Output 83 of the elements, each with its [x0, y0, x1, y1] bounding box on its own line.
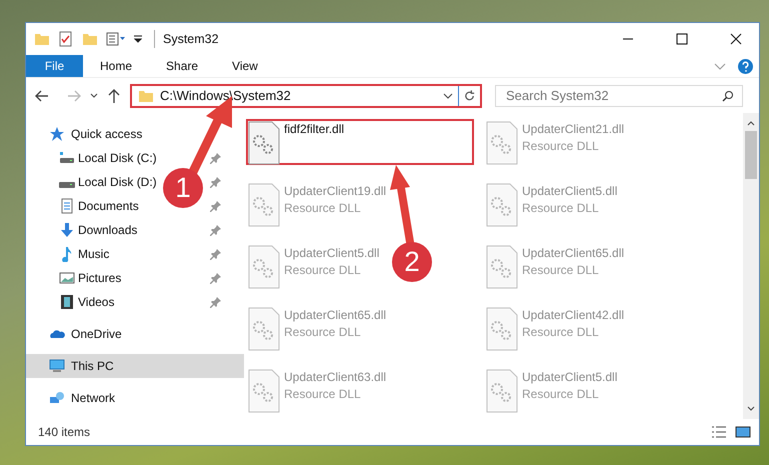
document-icon	[59, 198, 75, 214]
file-name: UpdaterClient42.dll	[522, 307, 624, 324]
gear-file-icon	[248, 369, 280, 413]
file-name: UpdaterClient65.dll	[284, 307, 386, 324]
selected-file-tile[interactable]: fidf2filter.dll	[246, 119, 474, 165]
file-type: Resource DLL	[284, 200, 362, 217]
gear-file-icon	[248, 307, 280, 351]
file-type: Resource DLL	[522, 386, 600, 403]
scrollbar[interactable]	[743, 113, 759, 419]
nav-item[interactable]: Pictures	[59, 266, 122, 290]
nav-item[interactable]: This PC	[26, 354, 244, 378]
gear-file-icon	[486, 245, 518, 289]
close-icon	[730, 33, 742, 45]
star-icon	[49, 126, 65, 142]
ribbon-tab[interactable]: Home	[83, 55, 150, 77]
gear-file-icon	[486, 307, 518, 351]
details-view-icon[interactable]	[711, 424, 727, 440]
file-type: Resource DLL	[522, 324, 600, 341]
nav-item[interactable]: OneDrive	[26, 322, 244, 346]
nav-item[interactable]: Local Disk (C:)	[59, 146, 157, 170]
film-icon	[59, 294, 75, 310]
properties-icon[interactable]	[106, 31, 126, 47]
gear-file-icon	[486, 369, 518, 413]
address-bar[interactable]: C:\Windows\System32	[130, 84, 482, 108]
address-path: C:\Windows\System32	[160, 86, 292, 105]
file-name: UpdaterClient65.dll	[522, 245, 624, 262]
search-icon	[722, 90, 734, 102]
file-type: Resource DLL	[522, 262, 600, 279]
nav-item[interactable]: Documents	[59, 194, 139, 218]
file-name: UpdaterClient5.dll	[522, 369, 618, 386]
search-input[interactable]: Search System32	[506, 86, 722, 106]
help-icon[interactable]	[738, 58, 753, 74]
file-type: Resource DLL	[522, 200, 600, 217]
download-arrow-icon	[59, 222, 75, 238]
pin-icon[interactable]	[210, 152, 222, 164]
file-name: UpdaterClient5.dll	[284, 245, 380, 262]
nav-item[interactable]: Videos	[59, 290, 114, 314]
window-title: System32	[154, 30, 219, 48]
file-name: UpdaterClient19.dll	[284, 183, 386, 200]
nav-item[interactable]: Quick access	[26, 122, 244, 146]
item-count: 140 items	[38, 424, 90, 441]
file-name: fidf2filter.dll	[284, 121, 344, 138]
pin-icon[interactable]	[210, 248, 222, 260]
network-icon	[49, 390, 65, 406]
chevron-down-icon[interactable]	[747, 405, 755, 413]
pin-icon[interactable]	[210, 200, 222, 212]
gear-file-icon	[248, 245, 280, 289]
nav-item[interactable]: Music	[59, 242, 110, 266]
ribbon-tab[interactable]: File	[26, 55, 83, 77]
file-name: UpdaterClient63.dll	[284, 369, 386, 386]
maximize-icon	[676, 33, 688, 45]
large-icons-view-icon[interactable]	[735, 424, 751, 440]
gear-file-icon	[486, 121, 518, 165]
back-arrow-icon[interactable]	[34, 88, 50, 104]
drive-icon	[59, 182, 75, 188]
monitor-icon	[49, 358, 65, 374]
nav-item[interactable]: Network	[26, 386, 244, 410]
file-name: UpdaterClient5.dll	[522, 183, 618, 200]
scrollbar-thumb[interactable]	[745, 131, 757, 179]
drive-icon	[59, 150, 75, 166]
chevron-up-icon[interactable]	[747, 119, 755, 127]
file-type: Resource DLL	[284, 386, 362, 403]
pin-icon[interactable]	[210, 272, 222, 284]
pin-icon[interactable]	[210, 296, 222, 308]
nav-item[interactable]: Local Disk (D:)	[59, 170, 157, 194]
nav-item[interactable]: Downloads	[59, 218, 138, 242]
file-name: UpdaterClient21.dll	[522, 121, 624, 138]
gear-file-icon	[248, 183, 280, 227]
search-field[interactable]: Search System32	[495, 84, 743, 106]
checklist-icon[interactable]	[58, 31, 74, 47]
pin-icon[interactable]	[210, 176, 222, 188]
picture-icon	[59, 270, 75, 286]
file-type: Resource DLL	[522, 138, 600, 155]
gear-file-icon	[248, 121, 280, 165]
ribbon-tab[interactable]: Share	[149, 55, 216, 77]
gear-file-icon	[486, 183, 518, 227]
file-type: Resource DLL	[284, 262, 362, 279]
file-type: Resource DLL	[284, 324, 362, 341]
dropdown-caret-icon[interactable]	[134, 33, 142, 45]
pin-icon[interactable]	[210, 224, 222, 236]
ribbon-tab[interactable]: View	[215, 55, 275, 77]
chevron-down-icon[interactable]	[90, 92, 98, 100]
up-arrow-icon[interactable]	[106, 88, 122, 104]
